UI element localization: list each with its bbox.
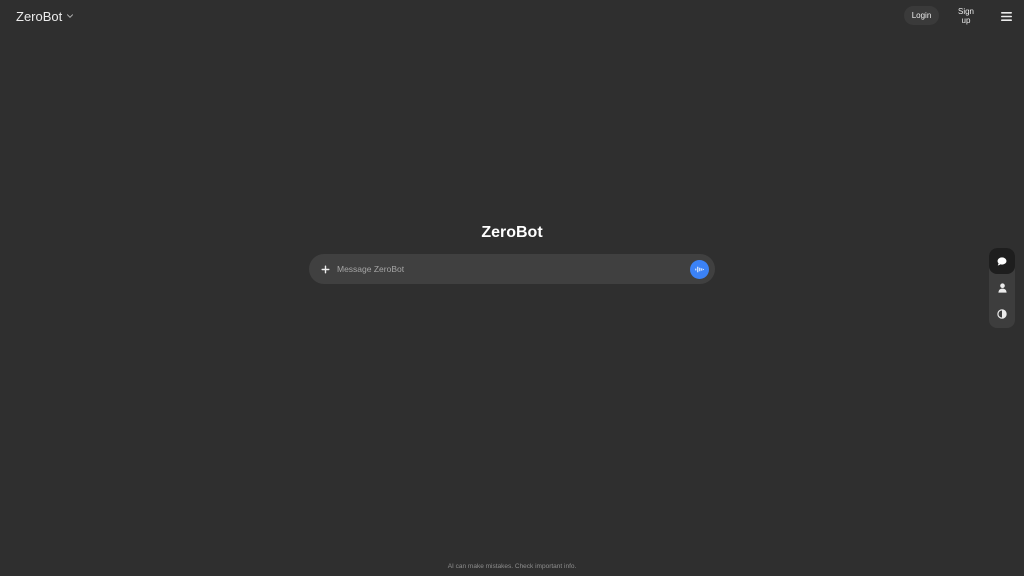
side-toolbar bbox=[989, 248, 1015, 328]
model-selector[interactable]: ZeroBot bbox=[10, 6, 80, 26]
message-input[interactable] bbox=[335, 260, 685, 278]
chevron-down-icon bbox=[66, 12, 74, 20]
theme-toggle-button[interactable] bbox=[989, 301, 1015, 327]
theme-contrast-icon bbox=[997, 309, 1007, 319]
voice-button[interactable] bbox=[690, 260, 709, 279]
plus-icon[interactable] bbox=[318, 262, 332, 276]
top-header: ZeroBot Login Sign up bbox=[0, 0, 1024, 32]
login-button[interactable]: Login bbox=[904, 6, 939, 25]
message-composer bbox=[309, 254, 715, 284]
chat-bubble-icon bbox=[997, 256, 1007, 266]
audio-waveform-icon bbox=[695, 266, 704, 273]
user-icon bbox=[997, 283, 1007, 293]
hamburger-menu-icon[interactable] bbox=[997, 8, 1015, 24]
chat-button[interactable] bbox=[989, 248, 1015, 274]
disclaimer-note: AI can make mistakes. Check important in… bbox=[447, 563, 577, 570]
signup-button[interactable]: Sign up bbox=[947, 6, 985, 25]
model-name: ZeroBot bbox=[16, 8, 63, 24]
profile-button[interactable] bbox=[989, 275, 1015, 301]
page-title: ZeroBot bbox=[481, 224, 543, 241]
